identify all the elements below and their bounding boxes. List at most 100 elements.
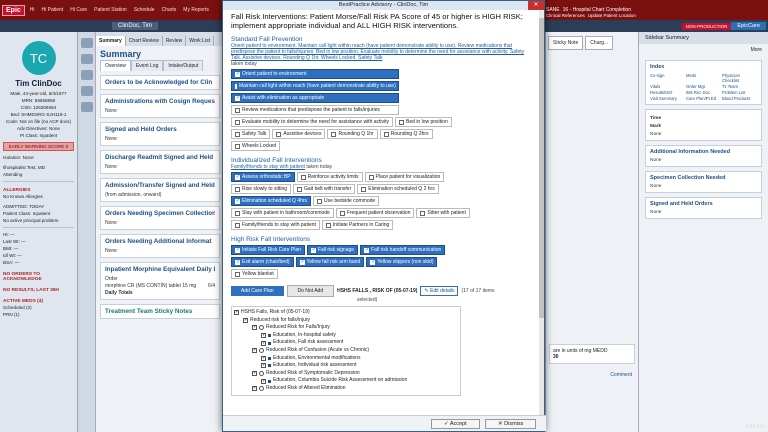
goal-radio-icon[interactable]: [259, 325, 264, 331]
care-plan-tree-row[interactable]: Education, Columbia Suicide Risk Assessm…: [234, 377, 458, 385]
accept-button[interactable]: ✓ Accept: [431, 419, 480, 429]
dialog-scrollbar[interactable]: [539, 10, 544, 417]
option-button[interactable]: Assist with elimination as appropriate: [231, 93, 399, 103]
dialog-titlebar[interactable]: BestPractice Advisory - ClinDoc, Tim ✕: [223, 1, 544, 10]
do-not-add-button[interactable]: Do Not Add: [286, 285, 335, 297]
patient-name[interactable]: Tim ClinDoc: [3, 79, 74, 88]
care-plan-tree-row[interactable]: HSHS Falls, Risk of (05-07-19): [234, 309, 458, 317]
checkbox-icon[interactable]: [252, 370, 257, 378]
option-button[interactable]: Initiate Fall Risk Care Plan: [231, 245, 305, 255]
update-location-link[interactable]: Update Patient Location: [588, 13, 636, 18]
toolbar-item[interactable]: My Reports: [181, 6, 211, 14]
care-plan-tree-row[interactable]: Reduced Risk of Confusion (Acute vs Chro…: [234, 347, 458, 355]
attending-name[interactable]: Ilhospitalist Test, MD: [3, 164, 74, 171]
dismiss-button[interactable]: ✕ Dismiss: [485, 419, 537, 429]
index-link[interactable]: Co-sign: [650, 73, 685, 83]
index-link[interactable]: Order Mgt: [686, 84, 721, 89]
close-icon[interactable]: ✕: [528, 1, 544, 10]
index-link[interactable]: Meds: [686, 73, 721, 83]
activity-icon[interactable]: [81, 70, 93, 80]
activity-icon[interactable]: [81, 86, 93, 96]
summary-card[interactable]: Discharge Readmit Signed and Held None: [100, 150, 220, 174]
option-button[interactable]: Place patient for visualization: [364, 172, 445, 182]
toolbar-item[interactable]: Hi Care: [68, 6, 89, 14]
summary-card[interactable]: Treatment Team Sticky Notes: [100, 304, 220, 319]
option-button[interactable]: Frequent patient observation: [335, 208, 415, 218]
prn-meds[interactable]: PRN (1): [3, 311, 74, 318]
option-button[interactable]: Review medications that predispose the p…: [231, 105, 399, 115]
care-plan-tree-row[interactable]: Reduced Risk of Symptomatic Depression: [234, 370, 458, 378]
summary-card[interactable]: Orders to be Acknowledged for Clin: [100, 75, 220, 90]
index-title[interactable]: Index: [650, 64, 757, 70]
individual-reference-link[interactable]: Family/friends to stay with patient: [231, 164, 305, 170]
clinical-references-link[interactable]: Clinical References: [546, 13, 585, 18]
toolbar-item[interactable]: Patient Station: [92, 6, 129, 14]
toolbar-item[interactable]: Hi Patient: [40, 6, 66, 14]
option-button[interactable]: Maintain call light within reach (have p…: [231, 81, 399, 91]
activity-icon[interactable]: [81, 54, 93, 64]
care-plan-tree-row[interactable]: Reduced Risk for Falls/Injury: [234, 324, 458, 332]
option-button[interactable]: Fall risk handoff communication: [360, 245, 446, 255]
care-plan-tree-row[interactable]: Education, Environmental modifications: [234, 355, 458, 362]
tab-review[interactable]: Review: [163, 36, 187, 46]
signed-held-panel[interactable]: Signed and Held Orders None: [645, 197, 762, 219]
option-button[interactable]: Yellow fall risk arm band: [295, 257, 365, 267]
edit-details-button[interactable]: ✎ Edit details: [420, 286, 459, 296]
checkbox-icon[interactable]: [234, 309, 239, 317]
tab-work-list[interactable]: Work List: [186, 36, 214, 46]
care-plan-tree-row[interactable]: Education, Fall risk assessment: [234, 339, 458, 347]
epic-menu-button[interactable]: Epic: [2, 4, 25, 16]
index-link[interactable]: Visit Summary: [650, 96, 685, 101]
goal-radio-icon[interactable]: [259, 348, 264, 354]
tab-chart-review[interactable]: Chart Review: [126, 36, 163, 46]
avatar[interactable]: TC: [21, 41, 56, 75]
summary-card[interactable]: Inpatient Morphine Equivalent Daily D Or…: [100, 262, 220, 300]
tab-charge[interactable]: Charg...: [585, 36, 614, 50]
option-button[interactable]: Use bedside commode: [313, 196, 380, 206]
summary-card[interactable]: Orders Needing Specimen Collection None: [100, 206, 220, 230]
scheduled-meds[interactable]: Scheduled (3): [3, 304, 74, 311]
early-warning-score[interactable]: EARLY WARNING SCORE 0: [3, 142, 74, 151]
activity-icon[interactable]: [81, 38, 93, 48]
checkbox-icon[interactable]: [243, 317, 248, 324]
toolbar-item[interactable]: Schedule: [132, 6, 157, 14]
option-button[interactable]: Elimination scheduled Q 4hrs: [231, 196, 312, 206]
comment-link[interactable]: Comment: [546, 372, 638, 378]
option-button[interactable]: Family/friends to stay with patient: [231, 220, 320, 230]
checkbox-icon[interactable]: [261, 378, 266, 385]
option-button[interactable]: Rounding Q 1hr: [327, 129, 378, 139]
standard-reference-link[interactable]: Orient patient to environment. Maintain …: [231, 43, 533, 61]
summary-card[interactable]: Admission/Transfer Signed and Held (from …: [100, 178, 220, 202]
index-link[interactable]: Vitals: [650, 84, 685, 89]
index-link[interactable]: Results/ISO: [650, 90, 685, 95]
checkbox-icon[interactable]: [261, 355, 266, 362]
summary-card[interactable]: Signed and Held Orders None: [100, 122, 220, 146]
add-care-plan-button[interactable]: Add Care Plan: [231, 286, 284, 296]
option-button[interactable]: Safety Talk: [231, 129, 271, 139]
option-button[interactable]: Stay with patient in bathroom/commode: [231, 208, 334, 218]
addl-info-panel[interactable]: Additional Information Needed None: [645, 145, 762, 167]
tab-sticky-note[interactable]: Sticky Note: [548, 36, 584, 50]
care-plan-tree-row[interactable]: Education, Individual risk assessment: [234, 362, 458, 370]
option-button[interactable]: Assistive devices: [272, 129, 326, 139]
option-button[interactable]: Assess orthostatic BP: [231, 172, 295, 182]
option-button[interactable]: Initiate Partners in Caring: [321, 220, 394, 230]
option-button[interactable]: Rise slowly to sitting: [231, 184, 292, 194]
tab-intake-output[interactable]: Intake/Output: [163, 60, 204, 71]
option-button[interactable]: Bed in low position: [395, 117, 452, 127]
option-button[interactable]: Evaluate mobility to determine the need …: [231, 117, 394, 127]
option-button[interactable]: Elimination scheduled Q 2 hrs: [357, 184, 439, 194]
tab-summary[interactable]: Summary: [96, 36, 126, 46]
index-link[interactable]: Problem List: [722, 90, 757, 95]
tab-event-log[interactable]: Event Log: [130, 60, 164, 71]
option-button[interactable]: Yellow blanket: [231, 269, 278, 279]
option-button[interactable]: Rounding Q 2hrs: [379, 129, 433, 139]
results-last-36h[interactable]: NO RESULTS, LAST 36H: [3, 288, 74, 293]
toolbar-item[interactable]: Hi: [28, 6, 37, 14]
orders-to-acknowledge[interactable]: NO ORDERS TO ACKNOWLEDGE: [3, 272, 74, 282]
index-link[interactable]: Physician Checklist: [722, 73, 757, 83]
index-link[interactable]: IMs Rec Doc: [686, 90, 721, 95]
option-button[interactable]: Fall risk signage: [306, 245, 359, 255]
care-plan-tree-row[interactable]: Reduced risk for falls/injury: [234, 317, 458, 324]
care-plan-tree-row[interactable]: Education, In-hospital safety: [234, 332, 458, 340]
